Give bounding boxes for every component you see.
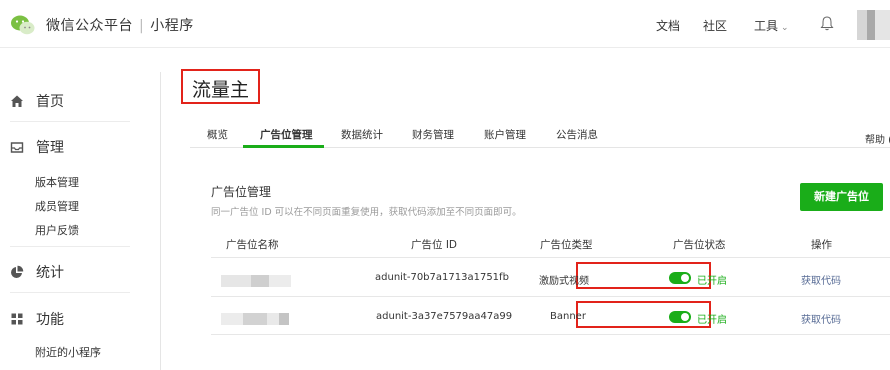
table-row: adunit-3a37e7579aa47a99 Banner 已开启 获取代码	[211, 297, 890, 335]
sidebar-border	[160, 72, 161, 370]
sidebar-item-label: 功能	[36, 312, 64, 328]
sidebar-item-versions[interactable]: 版本管理	[35, 174, 79, 190]
sidebar-item-label: 首页	[36, 94, 64, 110]
tab-announcements[interactable]: 公告消息	[556, 127, 598, 142]
ad-unit-type: Banner	[550, 311, 586, 322]
column-header-id: 广告位 ID	[411, 239, 458, 251]
help-link[interactable]: 帮助 (	[865, 131, 890, 146]
tab-bar: 概览 广告位管理 数据统计 财务管理 账户管理 公告消息	[190, 118, 890, 148]
ad-unit-id: adunit-3a37e7579aa47a99	[376, 311, 513, 322]
sidebar-item-features[interactable]: 功能	[10, 309, 64, 329]
sidebar-item-feedback[interactable]: 用户反馈	[35, 222, 79, 238]
grid-icon	[11, 313, 23, 325]
nav-tools[interactable]: 工具 ⌄	[754, 17, 789, 34]
sidebar: 首页 管理 版本管理 成员管理 用户反馈 统计 功能 附近的小程序	[0, 48, 160, 370]
ad-unit-id: adunit-70b7a1713a1751fb	[375, 272, 509, 283]
sidebar-item-label: 统计	[36, 265, 64, 281]
active-tab-indicator	[243, 145, 324, 148]
chevron-down-icon: ⌄	[781, 23, 789, 33]
column-header-actions: 操作	[811, 239, 832, 251]
inbox-icon	[10, 142, 24, 153]
tab-ad-unit-management[interactable]: 广告位管理	[260, 127, 313, 142]
ad-unit-type: 激励式视频	[539, 276, 589, 287]
sidebar-item-label: 管理	[36, 140, 64, 156]
top-bar: 微信公众平台 | 小程序 文档 社区 工具 ⌄	[0, 0, 890, 48]
brand-sub: 小程序	[150, 18, 194, 34]
sidebar-item-members[interactable]: 成员管理	[35, 198, 79, 214]
new-ad-unit-button[interactable]: 新建广告位	[800, 183, 883, 211]
avatar[interactable]	[857, 10, 890, 40]
nav-tools-label: 工具	[754, 19, 779, 33]
redacted-name	[221, 310, 289, 325]
nav-docs[interactable]: 文档	[656, 17, 680, 34]
sidebar-item-nearby-miniprogram[interactable]: 附近的小程序	[35, 344, 101, 360]
brand-separator: |	[139, 18, 145, 34]
sidebar-item-stats[interactable]: 统计	[10, 262, 64, 282]
get-code-link[interactable]: 获取代码	[801, 311, 841, 326]
table-row: adunit-70b7a1713a1751fb 激励式视频 已开启 获取代码	[211, 259, 890, 297]
status-toggle[interactable]	[669, 311, 691, 323]
wechat-logo-icon[interactable]	[10, 14, 36, 36]
redacted-name	[221, 272, 291, 287]
bell-icon[interactable]	[820, 15, 834, 31]
tab-finance[interactable]: 财务管理	[412, 127, 454, 142]
status-toggle[interactable]	[669, 272, 691, 284]
status-text: 已开启	[697, 315, 727, 326]
column-header-type: 广告位类型	[540, 239, 593, 251]
sidebar-divider	[10, 292, 130, 293]
sidebar-divider	[10, 121, 130, 122]
page-title: 流量主	[181, 69, 260, 104]
sidebar-item-home[interactable]: 首页	[10, 91, 64, 111]
section-description: 同一广告位 ID 可以在不同页面重复使用，获取代码添加至不同页面即可。	[211, 207, 522, 218]
nav-community[interactable]: 社区	[703, 17, 727, 34]
table-header: 广告位名称 广告位 ID 广告位类型 广告位状态 操作	[211, 228, 890, 258]
section-title: 广告位管理	[211, 185, 272, 199]
column-header-status: 广告位状态	[673, 239, 726, 251]
sidebar-item-manage[interactable]: 管理	[10, 137, 64, 157]
pie-chart-icon	[11, 265, 24, 278]
status-text: 已开启	[697, 276, 727, 287]
brand-main: 微信公众平台	[46, 18, 133, 34]
tab-data-stats[interactable]: 数据统计	[341, 127, 383, 142]
get-code-link[interactable]: 获取代码	[801, 272, 841, 287]
brand-title[interactable]: 微信公众平台 | 小程序	[46, 15, 194, 35]
tab-overview[interactable]: 概览	[207, 127, 228, 142]
home-icon	[11, 95, 23, 107]
sidebar-divider	[10, 246, 130, 247]
column-header-name: 广告位名称	[226, 239, 279, 251]
tab-account[interactable]: 账户管理	[484, 127, 526, 142]
